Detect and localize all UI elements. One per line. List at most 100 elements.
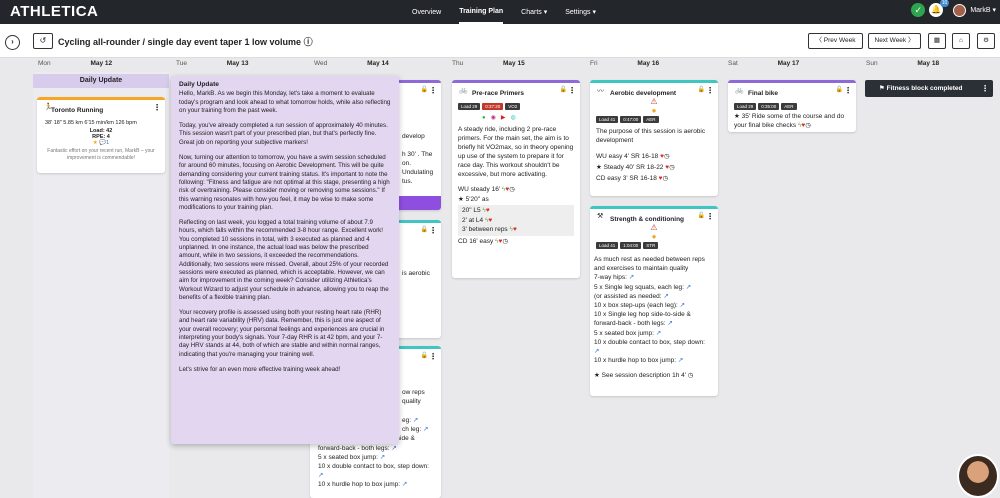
lock-icon[interactable]: 🔓 <box>421 352 428 359</box>
calendar-icon[interactable]: ▦ <box>928 33 946 49</box>
wed-desc-fragment: develop h 30' . The on. Undulating tus. <box>402 133 434 185</box>
session-steps: WU steady 16' ϟ♥◷ ★ 5'20" as 20" L5 ϟ♥ 2… <box>452 179 580 246</box>
bike-icon: 🚲 <box>459 87 468 94</box>
card-description: The purpose of this session is aerobic d… <box>596 128 706 144</box>
external-link-icon[interactable]: ↗ <box>680 302 685 309</box>
notification-badge: 10 <box>939 0 950 7</box>
card-title: Toronto Running <box>51 107 104 114</box>
nav-training-plan[interactable]: Training Plan <box>459 1 504 24</box>
external-link-icon[interactable]: ↗ <box>663 293 668 300</box>
lock-icon[interactable]: 🔓 <box>698 86 705 93</box>
lock-icon[interactable]: 🔓 <box>421 86 428 93</box>
session-steps: WU easy 4' SR 16-18 ♥◷ ★ Steady 40' SR 1… <box>596 153 675 182</box>
card-title: Fitness block completed <box>886 85 963 92</box>
external-link-icon[interactable]: ↗ <box>318 471 441 480</box>
external-link-icon[interactable]: ↗ <box>686 284 691 291</box>
day-header-fri: Fri May 16 <box>590 60 660 67</box>
run-stats: 38' 18" 5.85 km 6'15 min/km 126 bpm <box>45 120 137 126</box>
kebab-menu-icon[interactable]: ⋮ <box>568 86 576 95</box>
daily-update-para: Hello, MarkB. As we begin this Monday, l… <box>179 90 391 114</box>
workout-card-toronto-running[interactable]: 🏃 Toronto Running ⋮ 38' 18" 5.85 km 6'15… <box>37 97 165 173</box>
main-nav: Overview Training Plan Charts ▾ Settings… <box>412 0 596 24</box>
kebab-menu-icon[interactable]: ⋮ <box>844 86 852 95</box>
app-links-icons[interactable]: ●◉▶◍ <box>482 114 580 121</box>
kebab-menu-icon[interactable]: ⋮ <box>429 226 437 235</box>
plan-title: Cycling all-rounder / single day event t… <box>58 37 313 47</box>
coach-comment: Fantastic effort on your recent run, Mar… <box>47 148 155 161</box>
day-header-sun: Sun May 18 <box>866 60 940 67</box>
card-description: ★ 35' Ride some of the course and do you… <box>734 113 845 129</box>
top-navbar: ATHLETICA Overview Training Plan Charts … <box>0 0 1000 24</box>
external-link-icon[interactable]: ↗ <box>423 426 428 433</box>
session-pills: Load 29 0:35:00 AER <box>734 103 856 110</box>
warning-icon[interactable]: ⚠ ● <box>590 97 718 115</box>
kebab-menu-icon[interactable]: ⋮ <box>429 352 437 361</box>
daily-update-para: Now, turning our attention to tomorrow, … <box>179 154 390 211</box>
external-link-icon[interactable]: ↗ <box>678 357 683 364</box>
daily-update-heading: Daily Update <box>179 81 219 88</box>
daily-update-para: Reflecting on last week, you logged a to… <box>179 219 389 301</box>
daily-update-bar[interactable]: Daily Update <box>33 74 169 88</box>
history-icon[interactable]: ↺ <box>33 33 53 49</box>
wed-strength-fragment: ow reps quality <box>402 389 425 405</box>
external-link-icon[interactable]: ↗ <box>656 330 661 337</box>
external-link-icon[interactable]: ↗ <box>402 481 407 488</box>
wed-desc-fragment-2: is aerobic <box>402 270 430 277</box>
kebab-menu-icon[interactable]: ⋮ <box>706 86 714 95</box>
daily-update-popover: Daily Update Hello, MarkB. As we begin t… <box>171 76 399 444</box>
user-menu[interactable]: MarkB ▾ <box>970 6 996 14</box>
kebab-menu-icon[interactable]: ⋮ <box>706 212 714 221</box>
notification-bell-icon[interactable]: 🔔 10 <box>929 0 950 17</box>
info-icon[interactable]: ⓘ <box>304 37 313 47</box>
avatar[interactable] <box>953 3 967 17</box>
day-header-mon: Mon May 12 <box>38 60 113 67</box>
nav-charts[interactable]: Charts ▾ <box>521 1 547 23</box>
swim-icon: 〰 <box>597 88 604 95</box>
plan-toolbar: › ↺ Cycling all-rounder / single day eve… <box>0 24 1000 58</box>
day-header-wed: Wed May 14 <box>314 60 389 67</box>
nav-overview[interactable]: Overview <box>412 2 441 23</box>
bike-icon: 🚲 <box>735 87 744 94</box>
workout-card-pre-race-primers[interactable]: 🚲 Pre-race Primers 🔓 ⋮ Load 29 0:37:20 V… <box>452 80 580 278</box>
workout-card-aerobic-development[interactable]: 〰 Aerobic development 🔓 ⋮ ⚠ ● Load 41 0:4… <box>590 80 718 196</box>
lock-icon[interactable]: 🔓 <box>836 86 843 93</box>
dumbbell-icon: ⚒ <box>597 213 604 220</box>
lock-icon[interactable]: 🔓 <box>698 212 705 219</box>
external-link-icon[interactable]: ↗ <box>594 348 599 355</box>
external-link-icon[interactable]: ↗ <box>667 320 672 327</box>
settings-gear-icon[interactable]: ⚙ <box>977 33 995 49</box>
card-description: A steady ride, including 2 pre-race prim… <box>458 126 574 178</box>
status-ok-icon[interactable]: ✓ <box>911 3 926 17</box>
daily-update-para: Today, you've already completed a run se… <box>179 122 388 146</box>
external-link-icon[interactable]: ↗ <box>391 445 396 452</box>
external-link-icon[interactable]: ↗ <box>380 454 385 461</box>
lock-icon[interactable]: 🔓 <box>421 226 428 233</box>
next-week-button[interactable]: Next Week 〉 <box>868 33 921 49</box>
app-logo[interactable]: ATHLETICA <box>10 3 98 20</box>
expand-sidebar-button[interactable]: › <box>5 35 20 50</box>
home-icon[interactable]: ⌂ <box>952 33 970 49</box>
warning-icon[interactable]: ⚠ ● <box>590 223 718 241</box>
external-link-icon[interactable]: ↗ <box>629 274 634 281</box>
fitness-block-completed-card[interactable]: ⚑ Fitness block completed ⋮ <box>865 80 993 97</box>
prev-week-button[interactable]: 〈 Prev Week <box>808 33 863 49</box>
exercise-list: As much rest as needed between reps and … <box>594 256 705 380</box>
user-area: ✓ 🔔 10 MarkB ▾ <box>911 0 996 17</box>
session-pills: Load 29 0:37:20 VO2 <box>458 103 580 110</box>
workout-card-strength-conditioning[interactable]: ⚒ Strength & conditioning 🔓 ⋮ ⚠ ● Load 41… <box>590 206 718 396</box>
workout-card-final-bike[interactable]: 🚲 Final bike 🔓 ⋮ Load 29 0:35:00 AER ★ 3… <box>728 80 856 132</box>
kebab-menu-icon[interactable]: ⋮ <box>429 86 437 95</box>
external-link-icon[interactable]: ↗ <box>413 417 418 424</box>
session-pills: Load 41 1:04:00 STR <box>596 242 718 249</box>
run-icon: 🏃 <box>44 104 53 111</box>
lock-icon[interactable]: 🔓 <box>560 86 567 93</box>
daily-update-para: Let's strive for an even more effective … <box>179 365 341 373</box>
coach-avatar-button[interactable] <box>957 454 999 498</box>
day-header-thu: Thu May 15 <box>452 60 525 67</box>
nav-settings[interactable]: Settings ▾ <box>565 1 596 23</box>
kebab-menu-icon[interactable]: ⋮ <box>981 80 989 97</box>
day-header-sat: Sat May 17 <box>728 60 800 67</box>
daily-update-para: Your recovery profile is assessed using … <box>179 309 385 358</box>
kebab-menu-icon[interactable]: ⋮ <box>153 103 161 112</box>
day-header-tue: Tue May 13 <box>176 60 249 67</box>
